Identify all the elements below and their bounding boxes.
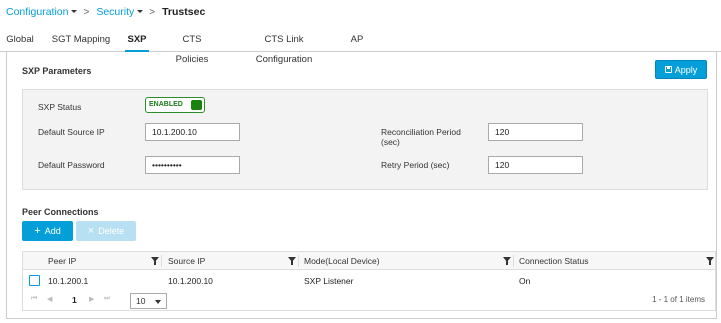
table-header: Peer IP Source IP Mode(Local Device) Con… (23, 252, 715, 270)
pagination: ⏮ ◀ 1 ▶ ⏭ 10 1 - 1 of 1 items (23, 291, 715, 311)
tab-ap[interactable]: AP (349, 30, 365, 52)
column-header-peer-ip[interactable]: Peer IP (48, 252, 76, 270)
reconciliation-label-line1: Reconciliation Period (381, 127, 461, 137)
retry-period-input[interactable] (488, 156, 583, 174)
sxp-status-toggle[interactable]: ENABLED (145, 97, 205, 113)
first-page-icon[interactable]: ⏮ (31, 295, 37, 303)
prev-page-icon[interactable]: ◀ (47, 295, 52, 303)
breadcrumb-security[interactable]: Security (96, 6, 134, 18)
default-source-ip-label: Default Source IP (38, 127, 105, 137)
toggle-knob (191, 100, 202, 110)
column-header-mode[interactable]: Mode(Local Device) (304, 252, 380, 270)
column-header-connection-status[interactable]: Connection Status (519, 252, 588, 270)
default-source-ip-input[interactable] (145, 123, 240, 141)
tab-bar: Global SGT Mapping SXP CTS Policies CTS … (0, 30, 721, 65)
next-page-icon[interactable]: ▶ (89, 295, 94, 303)
reconciliation-period-label: Reconciliation Period (sec) (381, 127, 461, 147)
cell-source-ip: 10.1.200.10 (168, 276, 213, 286)
last-page-icon[interactable]: ⏭ (104, 295, 110, 303)
row-checkbox[interactable] (29, 275, 40, 286)
column-divider (298, 255, 299, 267)
tab-sgt-mapping[interactable]: SGT Mapping (48, 30, 114, 52)
retry-period-label: Retry Period (sec) (381, 160, 450, 170)
add-button[interactable]: + Add (22, 221, 73, 241)
delete-button[interactable]: × Delete (76, 221, 136, 241)
breadcrumb: Configuration > Security > Trustsec (6, 0, 205, 24)
reconciliation-label-line2: (sec) (381, 137, 400, 147)
tab-global[interactable]: Global (6, 30, 34, 52)
chevron-right-icon: > (83, 6, 90, 18)
page-size-value: 10 (136, 296, 146, 306)
page-title: Trustsec (162, 6, 206, 18)
peer-connections-table: Peer IP Source IP Mode(Local Device) Con… (22, 251, 716, 311)
reconciliation-period-input[interactable] (488, 123, 583, 141)
filter-icon[interactable] (503, 257, 511, 265)
breadcrumb-configuration[interactable]: Configuration (6, 6, 68, 18)
cell-mode: SXP Listener (304, 276, 354, 286)
apply-button[interactable]: Apply (655, 60, 707, 79)
item-count: 1 - 1 of 1 items (652, 295, 705, 304)
sxp-parameters-title: SXP Parameters (22, 66, 92, 76)
plus-icon: + (34, 225, 41, 237)
chevron-right-icon: > (149, 6, 156, 18)
tab-cts-policies[interactable]: CTS Policies (165, 30, 219, 65)
toggle-state-text: ENABLED (149, 101, 183, 108)
add-label: Add (44, 226, 61, 236)
column-header-source-ip[interactable]: Source IP (168, 252, 205, 270)
sxp-parameters-panel (22, 89, 708, 190)
tab-cts-link-configuration[interactable]: CTS Link Configuration (236, 30, 332, 65)
default-password-label: Default Password (38, 160, 105, 170)
peer-connections-title: Peer Connections (22, 207, 99, 217)
table-row[interactable]: 10.1.200.1 10.1.200.10 SXP Listener On (23, 271, 715, 291)
current-page[interactable]: 1 (72, 295, 77, 305)
close-icon: × (87, 225, 95, 237)
chevron-down-icon[interactable] (137, 10, 144, 13)
delete-label: Delete (98, 226, 125, 236)
chevron-down-icon (155, 300, 161, 304)
column-divider (161, 255, 162, 267)
sxp-status-label: SXP Status (38, 102, 82, 112)
filter-icon[interactable] (151, 257, 159, 265)
default-password-input[interactable] (145, 156, 240, 174)
filter-icon[interactable] (288, 257, 296, 265)
apply-label: Apply (674, 64, 698, 75)
save-icon (664, 66, 672, 73)
chevron-down-icon[interactable] (71, 10, 78, 13)
cell-connection-status: On (519, 276, 531, 286)
filter-icon[interactable] (706, 257, 714, 265)
tab-sxp[interactable]: SXP (125, 30, 149, 52)
column-divider (513, 255, 514, 267)
page-size-select[interactable]: 10 (130, 293, 167, 309)
cell-peer-ip: 10.1.200.1 (48, 276, 89, 286)
